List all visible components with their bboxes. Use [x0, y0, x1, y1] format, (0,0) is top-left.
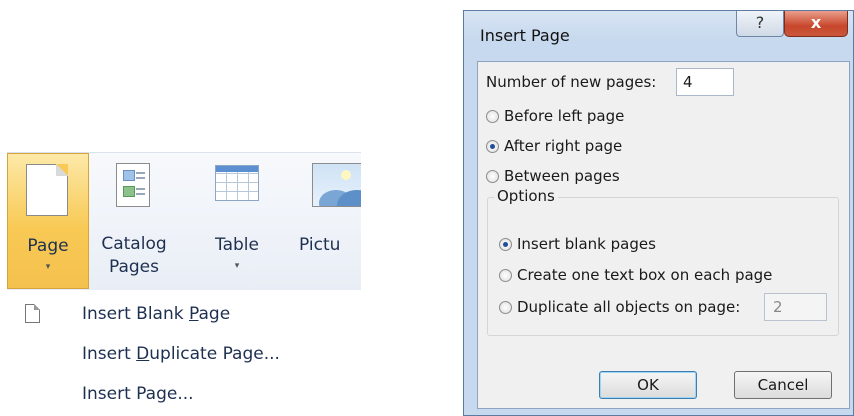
table-button-label: Table: [215, 235, 259, 255]
menu-item-label: Insert Blank Page: [82, 304, 231, 324]
insert-page-dialog: Insert Page ? x Number of new pages: 4 B…: [463, 10, 854, 416]
menu-item-insert-blank-page[interactable]: Insert Blank Page: [7, 294, 361, 334]
help-button[interactable]: ?: [736, 11, 784, 37]
radio-icon[interactable]: [499, 269, 512, 282]
chevron-down-icon[interactable]: ▾: [193, 261, 281, 271]
radio-insert-blank-pages[interactable]: Insert blank pages: [499, 233, 656, 255]
radio-duplicate-all-objects[interactable]: Duplicate all objects on page:: [499, 296, 740, 318]
dialog-title: Insert Page: [480, 26, 570, 45]
page-dropdown-menu: Insert Blank Page Insert Duplicate Page.…: [7, 292, 361, 416]
options-group-title: Options: [494, 187, 558, 205]
radio-create-text-box[interactable]: Create one text box on each page: [499, 264, 772, 286]
blank-page-icon: [26, 164, 68, 216]
table-icon: [215, 165, 259, 201]
cancel-button[interactable]: Cancel: [734, 371, 832, 399]
menu-item-insert-page[interactable]: Insert Page...: [7, 374, 361, 414]
radio-before-left-page[interactable]: Before left page: [486, 105, 624, 127]
radio-icon[interactable]: [486, 110, 499, 123]
catalog-pages-label-line2: Pages: [108, 257, 159, 277]
dialog-body: Number of new pages: 4 Before left page …: [477, 61, 850, 409]
insert-ribbon-group: Page ▾ Catalog Pages Table ▾ Pictu: [7, 152, 361, 290]
page-button[interactable]: Page ▾: [7, 153, 89, 289]
menu-item-insert-duplicate-page[interactable]: Insert Duplicate Page...: [7, 334, 361, 374]
chevron-down-icon[interactable]: ▾: [8, 262, 88, 272]
ok-button[interactable]: OK: [599, 371, 697, 399]
number-of-pages-input[interactable]: 4: [676, 68, 734, 96]
picture-button[interactable]: Pictu: [295, 153, 361, 289]
table-button[interactable]: Table ▾: [193, 153, 281, 289]
menu-item-label: Insert Page...: [82, 384, 194, 404]
close-button[interactable]: x: [784, 11, 848, 37]
catalog-pages-icon: [116, 163, 150, 207]
radio-after-right-page[interactable]: After right page: [486, 135, 622, 157]
radio-selected-icon[interactable]: [499, 238, 512, 251]
duplicate-page-input[interactable]: 2: [764, 293, 827, 321]
radio-between-pages[interactable]: Between pages: [486, 165, 620, 187]
blank-page-icon: [25, 304, 40, 323]
radio-icon[interactable]: [499, 301, 512, 314]
radio-selected-icon[interactable]: [486, 140, 499, 153]
picture-button-label: Pictu: [299, 235, 341, 255]
catalog-pages-label-line1: Catalog: [101, 234, 167, 254]
catalog-pages-button[interactable]: Catalog Pages: [89, 153, 179, 289]
number-of-pages-label: Number of new pages:: [486, 73, 657, 91]
picture-icon: [312, 163, 361, 207]
menu-item-label: Insert Duplicate Page...: [82, 344, 280, 364]
radio-icon[interactable]: [486, 170, 499, 183]
page-button-label: Page: [27, 236, 69, 256]
